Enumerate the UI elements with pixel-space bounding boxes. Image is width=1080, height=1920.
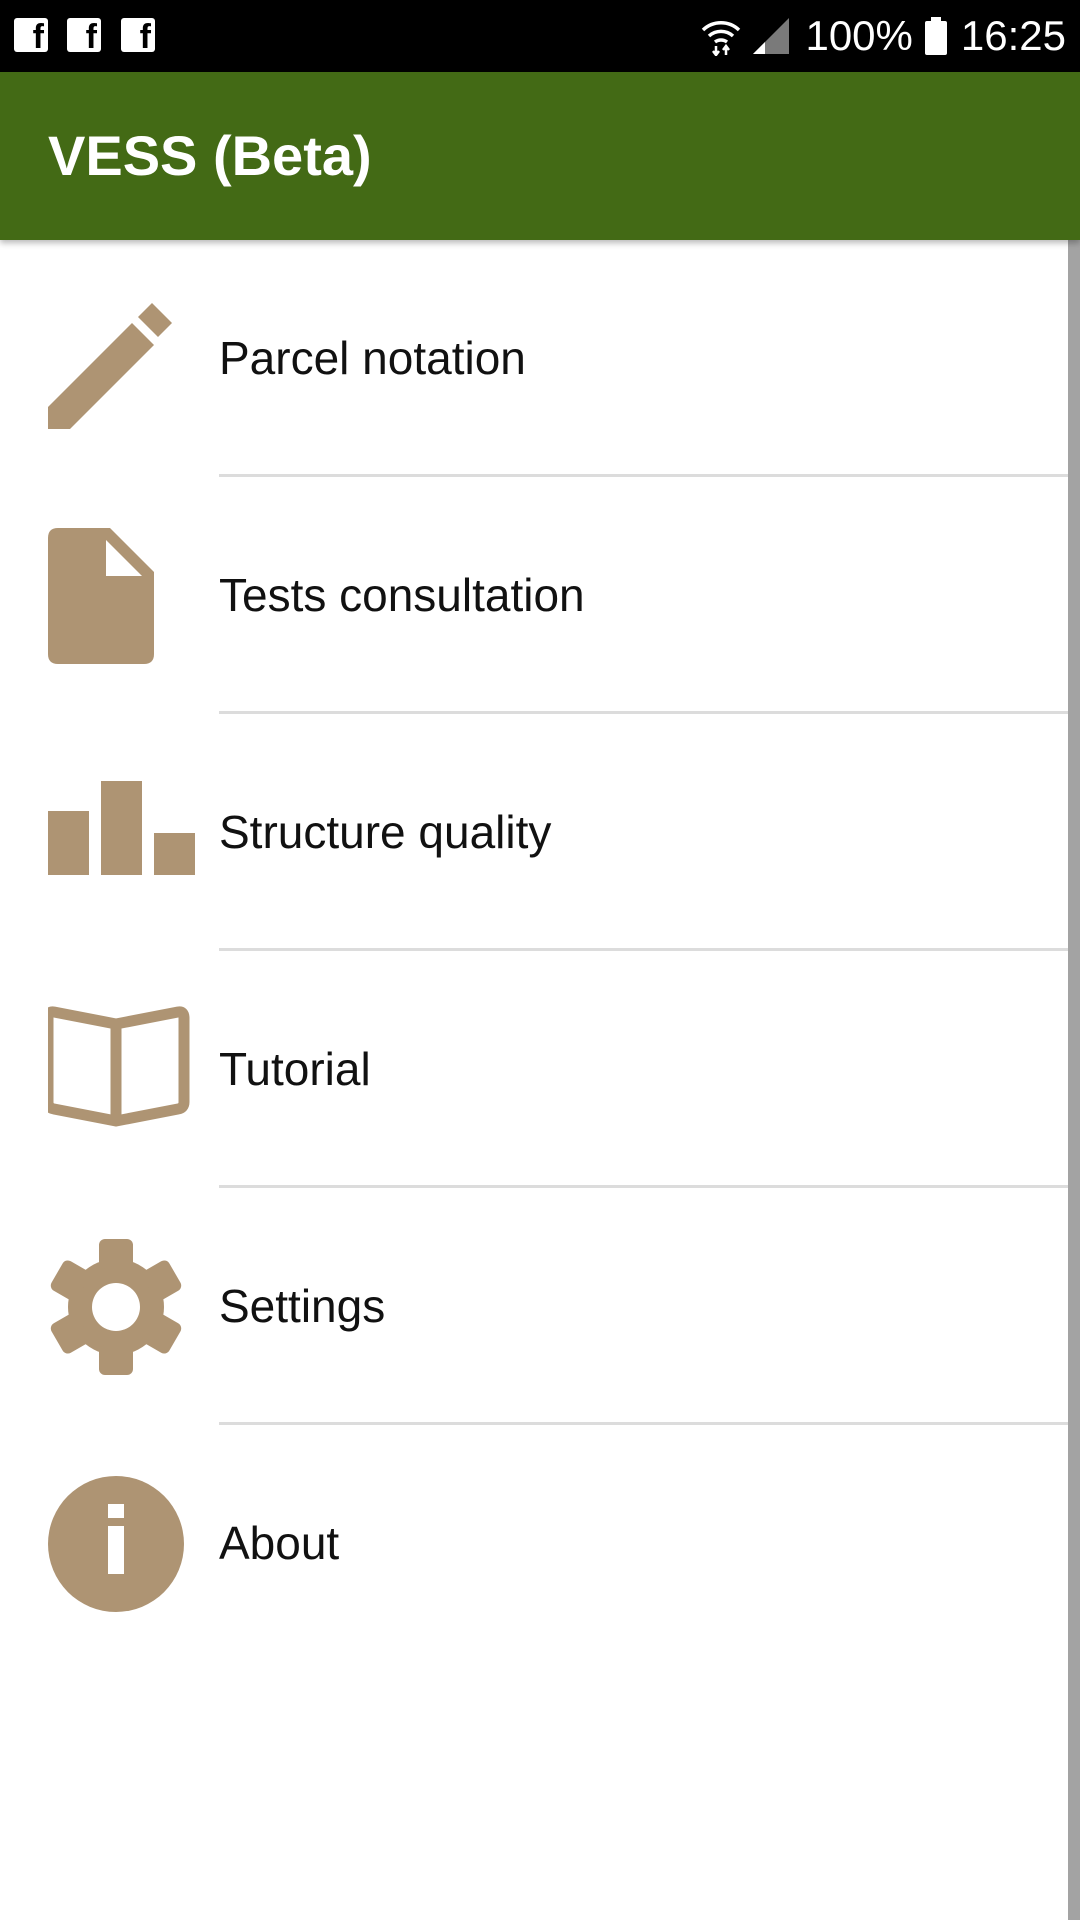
menu-item-tests-consultation[interactable]: Tests consultation [0, 477, 1080, 714]
battery-percent: 100% [805, 12, 913, 59]
info-icon [48, 1474, 196, 1614]
pencil-icon [48, 289, 196, 429]
facebook-icon: f [14, 18, 48, 54]
menu-item-parcel-notation[interactable]: Parcel notation [0, 240, 1080, 477]
book-icon [48, 1000, 196, 1140]
document-icon [48, 526, 196, 666]
main-menu: Parcel notation Tests consultation Struc… [0, 240, 1080, 1662]
menu-label: About [219, 1517, 340, 1569]
battery-icon [924, 17, 947, 55]
app-bar: VESS (Beta) [0, 72, 1080, 240]
gear-icon [48, 1237, 196, 1377]
facebook-icon: f [67, 18, 101, 54]
facebook-icon: f [121, 18, 155, 54]
menu-item-about[interactable]: About [0, 1425, 1080, 1662]
menu-item-structure-quality[interactable]: Structure quality [0, 714, 1080, 951]
wifi-icon [702, 21, 741, 56]
menu-label: Parcel notation [219, 332, 526, 384]
menu-item-tutorial[interactable]: Tutorial [0, 951, 1080, 1188]
menu-label: Tests consultation [219, 569, 585, 621]
menu-label: Settings [219, 1280, 386, 1332]
status-indicators: 100% 16:25 [701, 0, 1066, 72]
status-bar: f f f 100% 16:25 [0, 0, 1080, 72]
menu-item-settings[interactable]: Settings [0, 1188, 1080, 1425]
app-title: VESS (Beta) [48, 124, 372, 187]
drawer-edge [1068, 240, 1080, 1920]
screen: f f f 100% 16:25 VESS (Beta) Parcel nota… [0, 0, 1080, 1920]
clock: 16:25 [960, 12, 1066, 59]
menu-label: Tutorial [219, 1043, 371, 1095]
bar-chart-icon [48, 763, 196, 903]
signal-icon [753, 18, 790, 54]
menu-label: Structure quality [219, 806, 552, 858]
